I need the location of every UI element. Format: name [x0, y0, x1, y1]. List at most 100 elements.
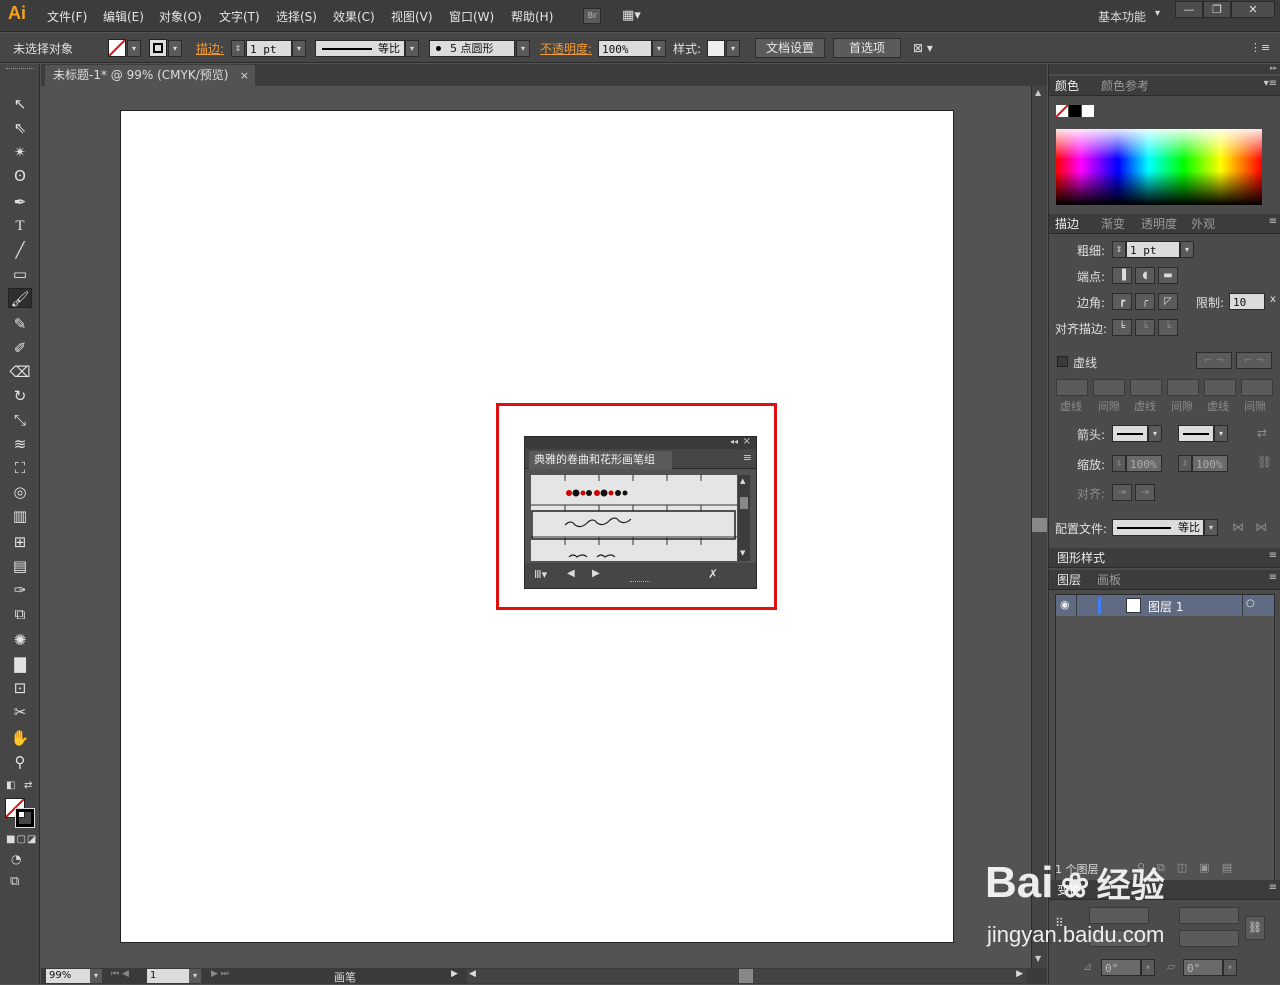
selection-tool-icon[interactable]: ↖: [8, 94, 32, 114]
arrange-documents-icon[interactable]: ▦▾: [622, 8, 650, 24]
variable-width-profile[interactable]: 等比: [315, 40, 405, 57]
menu-effect[interactable]: 效果(C): [333, 8, 375, 25]
slice-tool-icon[interactable]: ✂: [8, 702, 32, 722]
warp-tool-icon[interactable]: ≋: [8, 434, 32, 454]
gap-field-1[interactable]: [1093, 379, 1125, 396]
blend-tool-icon[interactable]: ⧉: [8, 604, 32, 624]
tab-layers[interactable]: 图层: [1057, 572, 1081, 588]
menu-help[interactable]: 帮助(H): [511, 8, 553, 25]
paintbrush-tool-icon[interactable]: 🖌: [8, 288, 32, 308]
artboard-tool-icon[interactable]: ⊡: [8, 678, 32, 698]
fill-swatch[interactable]: [108, 39, 126, 57]
stroke-weight-stepper[interactable]: ⇕: [231, 40, 245, 57]
hand-tool-icon[interactable]: ✋: [8, 728, 32, 748]
perspective-grid-tool-icon[interactable]: ▥: [8, 506, 32, 526]
scale-end-stepper[interactable]: ⇕: [1178, 455, 1192, 472]
document-setup-button[interactable]: 文档设置: [755, 38, 825, 58]
start-arrowhead-select[interactable]: [1112, 425, 1148, 442]
menu-file[interactable]: 文件(F): [47, 8, 87, 25]
minimize-button[interactable]: —: [1175, 1, 1203, 18]
rectangle-tool-icon[interactable]: ▭: [8, 264, 32, 284]
magic-wand-tool-icon[interactable]: ✴: [8, 142, 32, 162]
stroke-label[interactable]: 描边:: [196, 40, 224, 57]
color-spectrum[interactable]: [1056, 129, 1262, 205]
swap-colors-icon[interactable]: ⇄: [24, 780, 32, 791]
profile-dropdown[interactable]: ▾: [1204, 519, 1218, 536]
tab-graphic-styles[interactable]: 图形样式: [1057, 550, 1105, 566]
end-arrowhead-dropdown[interactable]: ▾: [1214, 425, 1228, 442]
align-center-icon[interactable]: ╘: [1112, 319, 1132, 336]
weight-dropdown[interactable]: ▾: [1180, 241, 1194, 258]
stroke-weight-field[interactable]: 1 pt: [246, 40, 292, 57]
scale-start-field[interactable]: 100%: [1126, 455, 1162, 472]
bevel-join-icon[interactable]: ◸: [1158, 293, 1178, 310]
zoom-tool-icon[interactable]: ⚲: [8, 752, 32, 772]
layer-name[interactable]: 图层 1: [1148, 598, 1183, 615]
opacity-dropdown[interactable]: ▾: [652, 40, 666, 57]
scale-end-field[interactable]: 100%: [1192, 455, 1228, 472]
pencil-tool-icon[interactable]: ✎: [8, 314, 32, 334]
artboard-dropdown[interactable]: ▾: [189, 969, 201, 983]
panel-menu-icon[interactable]: ≡: [1269, 882, 1277, 893]
default-colors-icon[interactable]: ◧: [6, 780, 15, 791]
gradient-tool-icon[interactable]: ▤: [8, 556, 32, 576]
round-join-icon[interactable]: ╭: [1135, 293, 1155, 310]
panel-menu-icon[interactable]: ≡: [1269, 216, 1277, 227]
round-cap-icon[interactable]: ◖: [1135, 267, 1155, 284]
dashed-line-checkbox[interactable]: [1057, 356, 1068, 367]
weight-stepper[interactable]: ⇕: [1112, 241, 1126, 258]
symbol-sprayer-tool-icon[interactable]: ✺: [8, 630, 32, 650]
brush-definition[interactable]: 5 点圆形: [429, 40, 515, 57]
flip-along-icon[interactable]: ⋈: [1232, 520, 1244, 534]
workspace-switcher[interactable]: 基本功能: [1098, 8, 1146, 25]
dash-field-2[interactable]: [1130, 379, 1162, 396]
menu-window[interactable]: 窗口(W): [449, 8, 494, 25]
end-arrowhead-select[interactable]: [1178, 425, 1214, 442]
dash-align-icon[interactable]: ⌐ ¬: [1236, 352, 1272, 369]
black-swatch[interactable]: [1069, 105, 1081, 117]
tab-gradient[interactable]: 渐变: [1101, 216, 1125, 232]
scroll-up-icon[interactable]: ▲: [1035, 88, 1041, 97]
tab-appearance[interactable]: 外观: [1191, 216, 1215, 232]
status-menu-icon[interactable]: ▶: [451, 969, 458, 979]
last-artboard-icon[interactable]: ▶ ⏭: [211, 969, 229, 979]
type-tool-icon[interactable]: T: [8, 216, 32, 236]
shape-builder-tool-icon[interactable]: ◎: [8, 482, 32, 502]
scale-tool-icon[interactable]: ⤡: [8, 410, 32, 430]
align-inside-icon[interactable]: ╘: [1135, 319, 1155, 336]
dock-collapse-icon[interactable]: ▸▸: [1049, 64, 1280, 74]
menu-object[interactable]: 对象(O): [159, 8, 202, 25]
start-arrowhead-dropdown[interactable]: ▾: [1148, 425, 1162, 442]
miter-join-icon[interactable]: ┏: [1112, 293, 1132, 310]
tab-artboards[interactable]: 画板: [1097, 572, 1121, 588]
brush-definition-dropdown[interactable]: ▾: [516, 40, 530, 57]
tab-color[interactable]: 颜色: [1055, 78, 1079, 94]
zoom-dropdown[interactable]: ▾: [90, 969, 102, 983]
lasso-tool-icon[interactable]: ʘ: [8, 166, 32, 186]
arrange-icon[interactable]: ⊠ ▾: [913, 41, 933, 55]
control-panel-menu-icon[interactable]: ⋮≡: [1250, 41, 1270, 54]
height-field[interactable]: [1179, 930, 1239, 947]
width-field[interactable]: [1179, 907, 1239, 924]
mesh-tool-icon[interactable]: ⊞: [8, 532, 32, 552]
screen-mode-icon[interactable]: ⧉: [10, 874, 19, 889]
stroke-swatch[interactable]: [149, 39, 167, 57]
layer-row[interactable]: ◉ 图层 1 ○: [1056, 595, 1274, 616]
constrain-proportions-icon[interactable]: ⛓: [1245, 916, 1265, 940]
stroke-dropdown[interactable]: ▾: [168, 40, 182, 57]
dash-field-1[interactable]: [1056, 379, 1088, 396]
gap-field-3[interactable]: [1241, 379, 1273, 396]
dash-field-3[interactable]: [1204, 379, 1236, 396]
close-window-button[interactable]: ✕: [1231, 1, 1275, 18]
limit-field[interactable]: 10: [1229, 293, 1265, 310]
canvas-vertical-scrollbar[interactable]: ▲ ▼: [1031, 86, 1047, 968]
scale-start-stepper[interactable]: ⇕: [1112, 455, 1126, 472]
panel-menu-icon[interactable]: ≡: [1269, 572, 1277, 583]
restore-button[interactable]: ❐: [1203, 1, 1231, 18]
color-mode-icons[interactable]: ■▢◪: [6, 834, 37, 845]
align-outside-icon[interactable]: ╘: [1158, 319, 1178, 336]
column-graph-tool-icon[interactable]: ▇: [8, 654, 32, 674]
direct-selection-tool-icon[interactable]: ⇖: [8, 118, 32, 138]
gap-field-2[interactable]: [1167, 379, 1199, 396]
fill-dropdown[interactable]: ▾: [127, 40, 141, 57]
